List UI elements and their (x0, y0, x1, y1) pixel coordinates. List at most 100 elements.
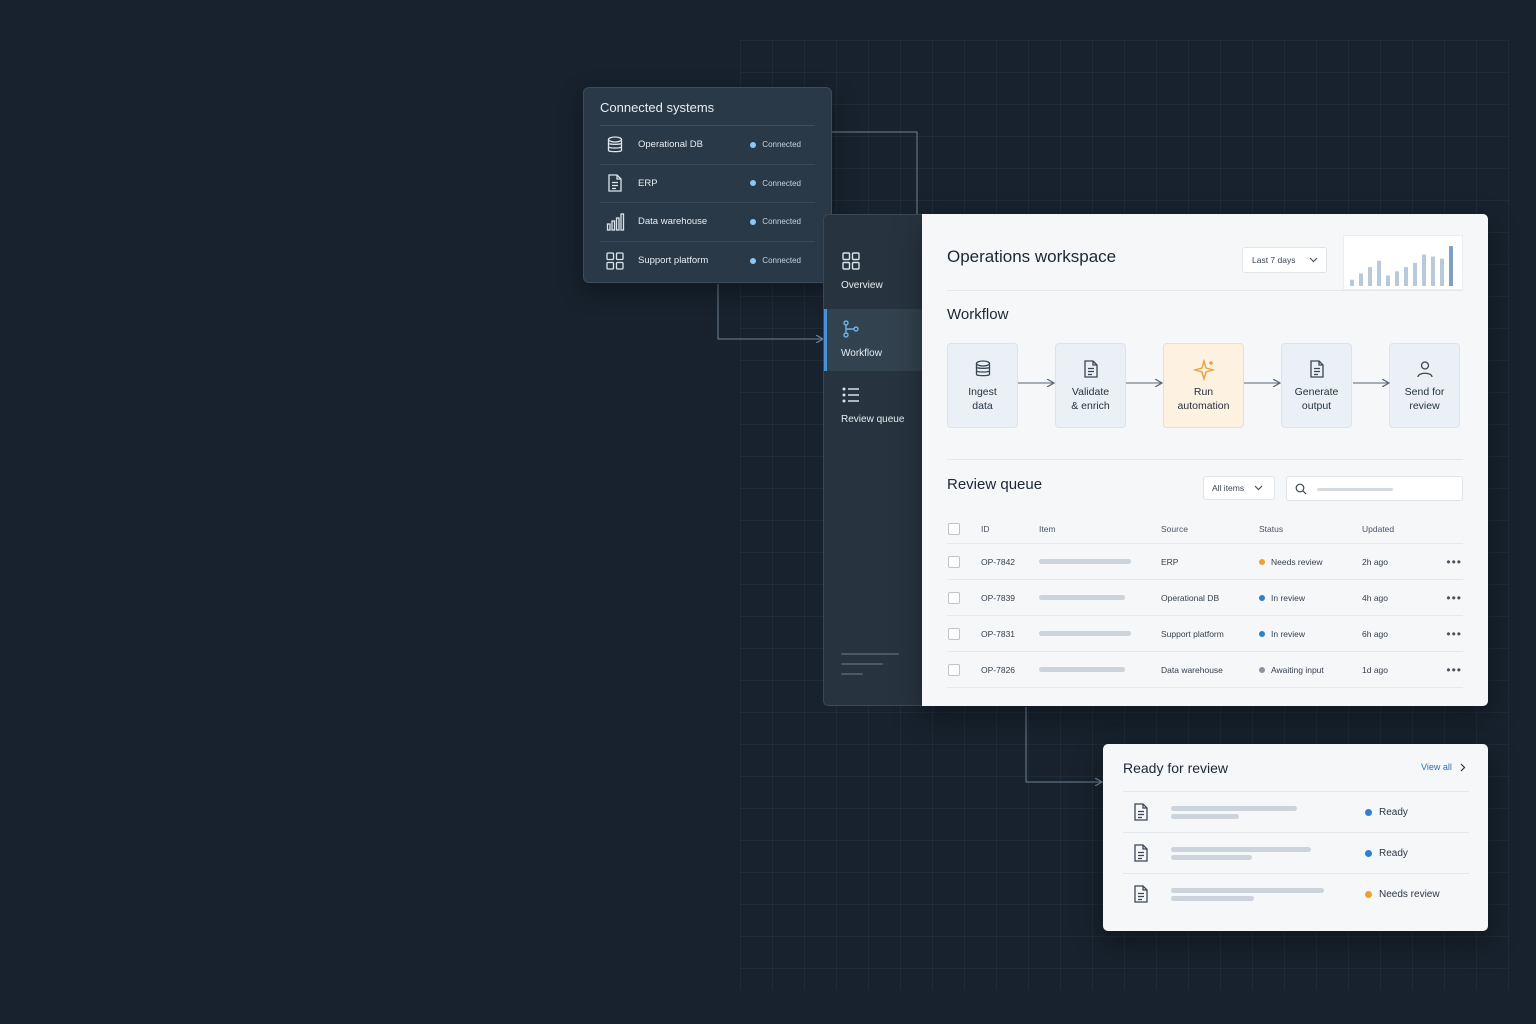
status-label: In review (1271, 628, 1306, 639)
more-options-icon[interactable]: ••• (1438, 627, 1462, 641)
column-header-status[interactable]: Status (1259, 524, 1362, 534)
sparkline-bar (1422, 254, 1426, 286)
system-name: Operational DB (638, 139, 703, 151)
row-source: Operational DB (1161, 592, 1220, 603)
row-item-placeholder (1039, 559, 1161, 564)
sidebar-item-label: Review queue (841, 414, 905, 425)
database-icon (972, 359, 994, 381)
row-source: ERP (1161, 556, 1179, 567)
row-item-placeholder (1039, 631, 1161, 636)
status-dot (1365, 849, 1372, 857)
row-source: Support platform (1161, 628, 1224, 639)
search-placeholder-bar (1317, 488, 1393, 491)
system-row[interactable]: Support platform Connected (600, 242, 815, 281)
document-icon (1131, 802, 1149, 822)
table-row[interactable]: OP-7826 Data warehouse Awaiting input 1d… (947, 652, 1463, 688)
more-options-icon[interactable]: ••• (1438, 663, 1462, 677)
table-row[interactable]: OP-7831 Support platform In review 6h ag… (947, 616, 1463, 652)
column-header-item[interactable]: Item (1039, 524, 1161, 534)
workflow-step[interactable]: Generate output (1281, 343, 1352, 428)
date-range-select[interactable]: Last 7 days (1242, 247, 1327, 273)
sparkline-bar (1431, 256, 1435, 286)
status-dot (1259, 630, 1265, 637)
row-checkbox[interactable] (948, 591, 960, 604)
connected-systems-panel: Connected systems Operational DB Connect… (583, 87, 832, 283)
workflow-step-label-line2: & enrich (1071, 400, 1110, 412)
connection-status-label: Connected (762, 178, 801, 188)
column-header-updated[interactable]: Updated (1362, 524, 1438, 534)
status-dot (1259, 558, 1265, 565)
item-status-label: Ready (1379, 847, 1408, 859)
more-options-icon[interactable]: ••• (1438, 591, 1462, 605)
document-icon (1080, 359, 1102, 381)
connection-status: Connected (750, 256, 801, 265)
list-item[interactable]: Needs review (1123, 873, 1469, 914)
sidebar-item-review-queue[interactable]: Review queue (824, 385, 923, 447)
divider (947, 459, 1463, 460)
sparkline-bar (1395, 271, 1399, 286)
connection-status: Connected (750, 217, 801, 226)
system-row[interactable]: Data warehouse Connected (600, 203, 815, 242)
row-updated: 2h ago (1362, 556, 1388, 567)
review-queue-table: ID Item Source Status Updated OP-7842 ER… (947, 514, 1463, 688)
sparkline-bar (1368, 267, 1372, 286)
select-all-checkbox[interactable] (948, 522, 960, 535)
list-item[interactable]: Ready (1123, 791, 1469, 832)
workflow-step[interactable]: Ingest data (947, 343, 1018, 428)
view-all-link[interactable]: View all (1421, 762, 1466, 772)
operations-workspace: Operations workspace Last 7 days Workflo… (922, 214, 1488, 706)
grid-icon (604, 250, 626, 272)
sidebar-item-workflow[interactable]: Workflow (824, 309, 923, 371)
system-row[interactable]: Operational DB Connected (600, 126, 815, 165)
row-checkbox[interactable] (948, 663, 960, 676)
row-id: OP-7839 (981, 592, 1016, 603)
row-checkbox[interactable] (948, 555, 960, 568)
workflow-step-label-line1: Send for (1404, 386, 1445, 398)
connection-status: Connected (750, 140, 801, 149)
row-checkbox[interactable] (948, 627, 960, 640)
workflow-step[interactable]: Send for review (1389, 343, 1460, 428)
workflow-step-label-line2: automation (1177, 400, 1230, 412)
connection-status: Connected (750, 179, 801, 188)
status-dot (750, 218, 757, 225)
more-options-icon[interactable]: ••• (1438, 555, 1462, 569)
status-dot (1259, 666, 1265, 673)
row-updated: 1d ago (1362, 664, 1388, 675)
status-label: In review (1271, 592, 1306, 603)
sidebar-item-overview[interactable]: Overview (824, 251, 923, 313)
search-field[interactable] (1286, 476, 1463, 501)
item-status-label: Needs review (1379, 888, 1440, 900)
workflow-step[interactable]: Validate & enrich (1055, 343, 1126, 428)
activity-sparkline (1343, 235, 1463, 290)
workflow-step-label-line1: Run (1193, 386, 1214, 398)
sidebar: Overview Workflow Review queue (823, 214, 923, 706)
items-filter-select[interactable]: All items (1203, 476, 1275, 500)
item-status: Needs review (1365, 889, 1440, 900)
column-header-source[interactable]: Source (1161, 524, 1259, 534)
row-updated: 6h ago (1362, 628, 1388, 639)
list-item[interactable]: Ready (1123, 832, 1469, 873)
workflow-step-label-line1: Generate (1294, 386, 1339, 398)
workflow-step-label-line1: Ingest (968, 386, 997, 398)
connection-status-label: Connected (762, 140, 801, 150)
filter-value: All items (1212, 483, 1245, 493)
table-row[interactable]: OP-7839 Operational DB In review 4h ago … (947, 580, 1463, 616)
row-source: Data warehouse (1161, 664, 1223, 675)
row-id: OP-7842 (981, 556, 1016, 567)
sparkle-icon (1191, 358, 1216, 382)
item-placeholder (1171, 844, 1365, 863)
view-all-label: View all (1421, 762, 1452, 772)
sparkline-bar (1377, 260, 1381, 286)
table-row[interactable]: OP-7842 ERP Needs review 2h ago ••• (947, 544, 1463, 580)
item-status: Ready (1365, 848, 1408, 859)
system-row[interactable]: ERP Connected (600, 165, 815, 203)
grid-icon (842, 252, 860, 270)
workflow-step-label-line2: review (1409, 400, 1440, 412)
workflow-step-label-line1: Validate (1071, 386, 1110, 398)
system-name: Data warehouse (638, 216, 708, 228)
document-icon (1131, 884, 1149, 904)
column-header-id[interactable]: ID (981, 524, 1039, 534)
ready-for-review-panel: Ready for review View all Ready Ready Ne… (1103, 744, 1488, 931)
status-label: Needs review (1271, 556, 1323, 567)
workflow-step[interactable]: Run automation (1163, 343, 1244, 428)
